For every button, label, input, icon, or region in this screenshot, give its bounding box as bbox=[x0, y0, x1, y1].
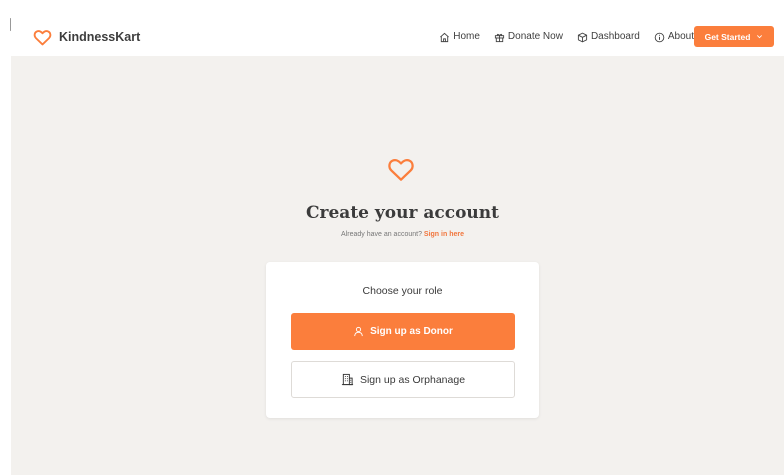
nav-label-donate-now: Donate Now bbox=[507, 31, 563, 42]
page-title: Create your account bbox=[306, 203, 499, 223]
main-content: Create your account Already have an acco… bbox=[11, 56, 784, 475]
info-icon bbox=[654, 32, 665, 42]
get-started-label: Get Started bbox=[704, 31, 751, 42]
nav-label-about: About bbox=[667, 31, 694, 42]
nav-item-about[interactable]: About bbox=[654, 30, 694, 44]
card-heading: Choose your role bbox=[362, 285, 443, 297]
box-icon bbox=[577, 32, 588, 42]
nav-label-home: Home bbox=[453, 31, 480, 42]
nav-item-dashboard[interactable]: Dashboard bbox=[577, 30, 640, 44]
heart-icon bbox=[388, 159, 414, 181]
signin-prompt-text: Already have an account? bbox=[341, 231, 422, 238]
get-started-button[interactable]: Get Started bbox=[694, 26, 774, 47]
home-icon bbox=[440, 32, 450, 42]
signup-donor-label: Sign up as Donor bbox=[370, 326, 453, 337]
brand-logo[interactable]: KindnessKart bbox=[33, 29, 140, 46]
top-navbar: KindnessKart Home Donate Now Dashboard A… bbox=[11, 18, 784, 56]
signup-orphanage-label: Sign up as Orphanage bbox=[359, 373, 466, 386]
role-selection-card: Choose your role Sign up as Donor Sign u… bbox=[266, 262, 539, 418]
chevron-down-icon bbox=[757, 35, 763, 39]
nav-item-home[interactable]: Home bbox=[439, 30, 480, 44]
signup-donor-button[interactable]: Sign up as Donor bbox=[291, 313, 515, 350]
signup-orphanage-button[interactable]: Sign up as Orphanage bbox=[291, 361, 515, 398]
heart-icon bbox=[33, 30, 52, 46]
signin-prompt: Already have an account? Sign in here bbox=[11, 231, 784, 238]
nav-links: Home Donate Now Dashboard About bbox=[425, 30, 694, 44]
signin-link[interactable]: Sign in here bbox=[424, 231, 464, 238]
nav-item-donate-now[interactable]: Donate Now bbox=[494, 30, 563, 44]
brand-name: KindnessKart bbox=[59, 30, 141, 44]
gift-icon bbox=[494, 33, 504, 42]
nav-label-dashboard: Dashboard bbox=[590, 31, 640, 42]
building-icon bbox=[341, 373, 354, 386]
user-icon bbox=[354, 326, 363, 337]
